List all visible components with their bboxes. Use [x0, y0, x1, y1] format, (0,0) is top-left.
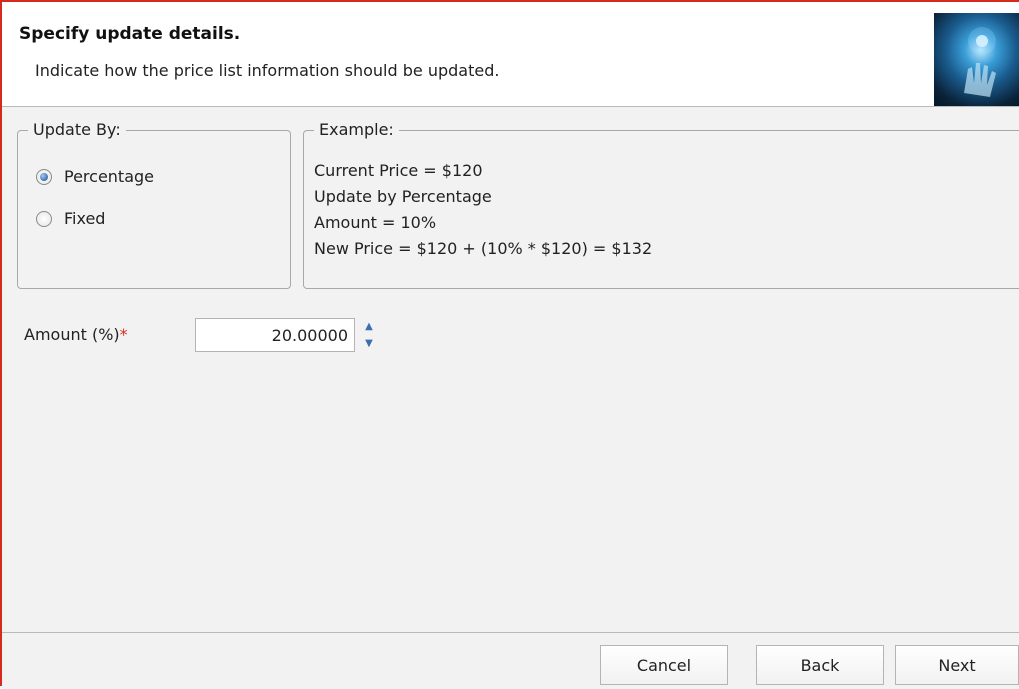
percentage-radio[interactable] — [36, 168, 52, 185]
example-legend: Example: — [314, 120, 399, 139]
percentage-label: Percentage — [64, 167, 155, 186]
spin-down-icon[interactable]: ▼ — [357, 335, 381, 352]
percentage-radio-option[interactable]: Percentage — [36, 167, 154, 186]
fixed-radio[interactable] — [36, 210, 52, 227]
required-marker: * — [119, 325, 128, 344]
update-by-legend: Update By: — [28, 120, 126, 139]
amount-spinner[interactable]: ▲ ▼ — [357, 318, 381, 352]
example-line: Update by Percentage — [314, 187, 492, 206]
next-button[interactable]: Next — [895, 645, 1019, 685]
wizard-footer: Cancel Back Next — [2, 632, 1019, 689]
example-group: Example: Current Price = $120 Update by … — [303, 120, 1019, 289]
fixed-label: Fixed — [64, 209, 106, 228]
example-text: Current Price = $120 Update by Percentag… — [314, 158, 652, 262]
wizard-header: Specify update details. Indicate how the… — [2, 2, 1019, 107]
amount-input[interactable] — [195, 318, 355, 352]
amount-label-text: Amount (%) — [24, 325, 120, 344]
amount-label: Amount (%)* — [24, 325, 128, 344]
cancel-button[interactable]: Cancel — [600, 645, 728, 685]
dialog-window: Specify update details. Indicate how the… — [0, 0, 1019, 689]
page-title: Specify update details. — [19, 24, 241, 44]
page-subtitle: Indicate how the price list information … — [35, 61, 500, 80]
spin-up-icon[interactable]: ▲ — [357, 318, 381, 335]
back-button[interactable]: Back — [756, 645, 884, 685]
fixed-radio-option[interactable]: Fixed — [36, 209, 105, 228]
example-line: Current Price = $120 — [314, 161, 483, 180]
update-by-group: Update By: Percentage Fixed — [17, 120, 291, 289]
example-line: New Price = $120 + (10% * $120) = $132 — [314, 239, 653, 258]
example-line: Amount = 10% — [314, 213, 437, 232]
hand-light-icon — [934, 13, 1019, 106]
